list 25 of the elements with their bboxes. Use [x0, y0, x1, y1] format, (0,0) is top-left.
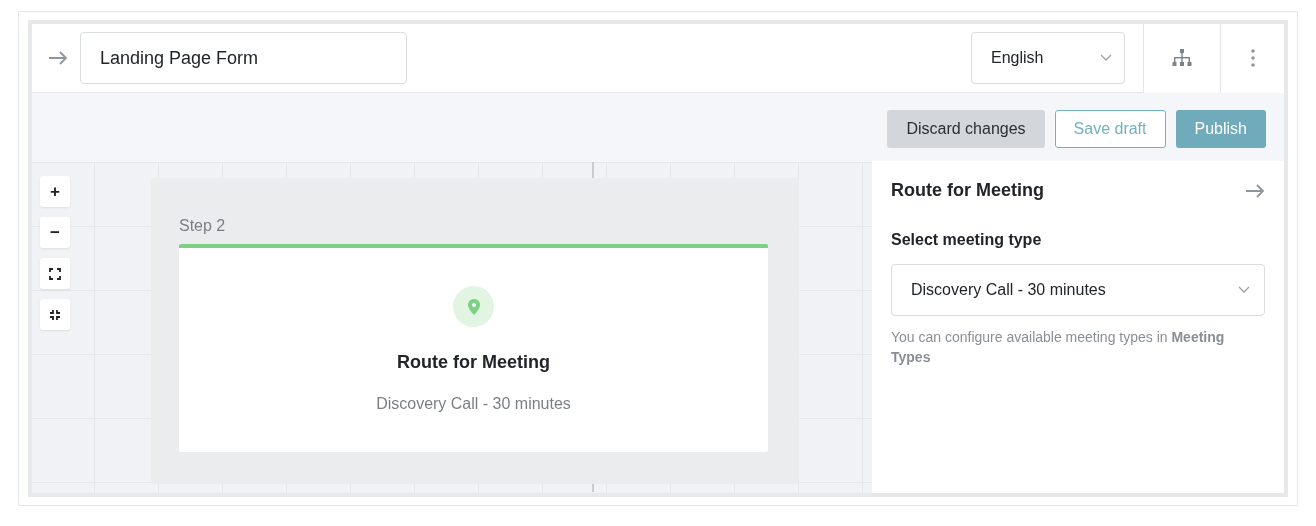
zoom-in-button[interactable]: + [40, 176, 70, 207]
more-icon [1250, 49, 1255, 67]
location-pin-icon [453, 286, 494, 327]
node-card[interactable]: Route for Meeting Discovery Call - 30 minutes [179, 244, 768, 452]
sitemap-button[interactable] [1143, 23, 1220, 93]
field-label: Select meeting type [891, 230, 1043, 250]
discard-button[interactable]: Discard changes [887, 109, 1045, 148]
hierarchy-icon [1172, 49, 1192, 67]
form-name-field[interactable]: Landing Page Form [80, 32, 407, 84]
panel-title: Route for Meeting [891, 179, 1044, 202]
zoom-out-button[interactable]: − [40, 217, 70, 248]
node-subtitle: Discovery Call - 30 minutes [376, 394, 571, 414]
arrow-icon[interactable] [48, 51, 68, 65]
meeting-type-select[interactable]: Discovery Call - 30 minutes [891, 264, 1265, 316]
language-select[interactable]: English [971, 32, 1125, 84]
expand-icon [49, 267, 61, 280]
arrow-icon[interactable] [1245, 183, 1265, 198]
chevron-down-icon [1100, 54, 1112, 62]
collapse-button[interactable] [40, 299, 70, 330]
fit-screen-button[interactable] [40, 258, 70, 289]
chevron-down-icon [1238, 286, 1250, 294]
help-text: You can configure available meeting types in Meeting Types [891, 328, 1226, 367]
step-label: Step 2 [179, 216, 226, 236]
node-title: Route for Meeting [397, 351, 550, 374]
collapse-icon [49, 308, 61, 321]
